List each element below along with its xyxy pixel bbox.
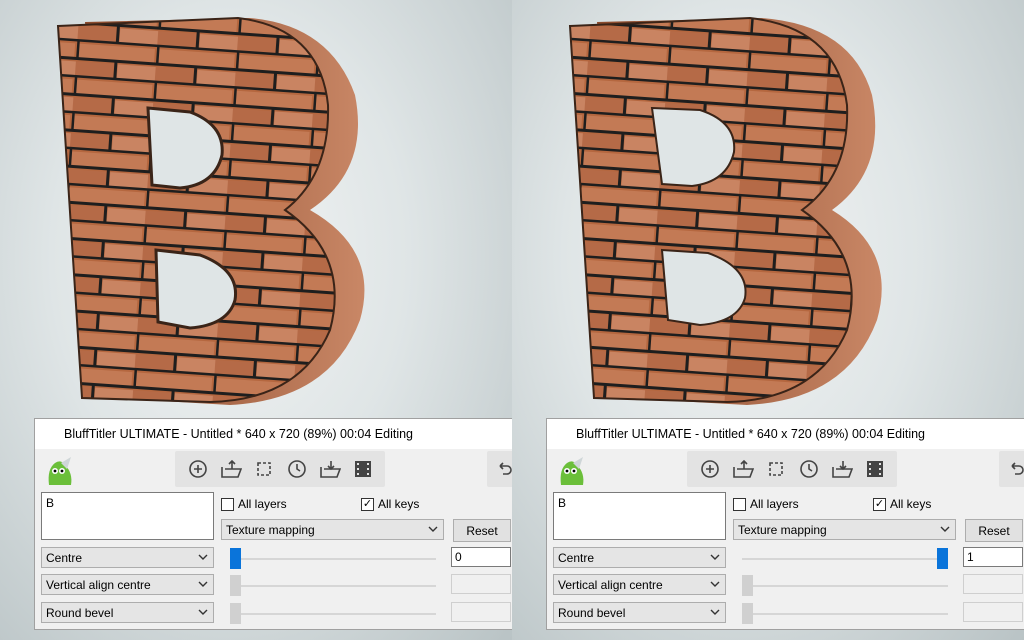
open-icon[interactable] [219,457,243,481]
bevel-select[interactable]: Round bevel [553,602,726,623]
undo-button[interactable] [487,451,512,487]
property-select[interactable]: Texture mapping [221,519,444,540]
secondary-slider [742,575,948,596]
film-icon[interactable] [351,457,375,481]
all-layers-checkbox[interactable]: All layers [733,497,799,511]
window-title: BluffTitler ULTIMATE - Untitled * 640 x … [547,419,1024,449]
undo-icon [499,462,512,475]
all-layers-label: All layers [238,497,287,511]
all-keys-label: All keys [378,497,420,511]
undo-icon [1011,462,1024,475]
bevel-select-value: Round bevel [558,606,626,620]
text-input[interactable]: B [553,492,726,540]
bevel-select[interactable]: Round bevel [41,602,214,623]
app-logo-icon [48,457,72,485]
chevron-down-icon [198,581,208,587]
property-select-value: Texture mapping [226,523,315,537]
vertical-align-select[interactable]: Vertical align centre [553,574,726,595]
reset-button[interactable]: Reset [965,519,1023,542]
frame-icon[interactable] [252,457,276,481]
slider-thumb[interactable] [230,548,241,569]
secondary-slider [230,575,436,596]
reset-button[interactable]: Reset [453,519,511,542]
check-icon[interactable]: ✓ [361,497,374,511]
film-icon[interactable] [863,457,887,481]
tertiary-field [451,602,511,622]
slider-thumb-disabled [742,603,753,624]
app-logo-icon [560,457,584,485]
chevron-down-icon [428,526,438,532]
align-select-value: Centre [46,551,83,565]
all-layers-checkbox[interactable]: All layers [221,497,287,511]
text-input[interactable]: B [41,492,214,540]
slider-thumb-disabled [742,575,753,596]
value-field[interactable]: 1 [963,547,1023,567]
add-icon[interactable] [698,457,722,481]
import-icon[interactable] [830,457,854,481]
add-icon[interactable] [186,457,210,481]
chevron-down-icon [710,554,720,560]
open-icon[interactable] [731,457,755,481]
align-select[interactable]: Centre [553,547,726,568]
property-select[interactable]: Texture mapping [733,519,956,540]
all-keys-checkbox[interactable]: ✓ All keys [873,497,931,511]
clock-icon[interactable] [285,457,309,481]
brick-letter-b-left [56,16,365,405]
slider-thumb[interactable] [937,548,948,569]
slider-thumb-disabled [230,603,241,624]
all-keys-checkbox[interactable]: ✓ All keys [361,497,419,511]
viewport-left: BluffTitler ULTIMATE - Untitled * 640 x … [0,0,512,640]
slider-thumb-disabled [230,575,241,596]
window-title: BluffTitler ULTIMATE - Untitled * 640 x … [35,419,512,449]
main-toolbar [175,451,385,487]
app-window: BluffTitler ULTIMATE - Untitled * 640 x … [546,418,1024,630]
chevron-down-icon [710,581,720,587]
all-layers-box[interactable] [221,497,234,511]
check-icon[interactable]: ✓ [873,497,886,511]
import-icon[interactable] [318,457,342,481]
main-toolbar [687,451,897,487]
vertical-align-select-value: Vertical align centre [558,578,663,592]
undo-button[interactable] [999,451,1024,487]
all-layers-box[interactable] [733,497,746,511]
align-select[interactable]: Centre [41,547,214,568]
secondary-field [963,574,1023,594]
chevron-down-icon [198,609,208,615]
value-field[interactable]: 0 [451,547,511,567]
chevron-down-icon [710,609,720,615]
property-select-value: Texture mapping [738,523,827,537]
brick-letter-b-right [568,16,882,405]
align-select-value: Centre [558,551,595,565]
all-keys-label: All keys [890,497,932,511]
tertiary-field [963,602,1023,622]
value-slider[interactable] [742,548,948,569]
chevron-down-icon [940,526,950,532]
all-layers-label: All layers [750,497,799,511]
tertiary-slider [742,603,948,624]
app-window: BluffTitler ULTIMATE - Untitled * 640 x … [34,418,512,630]
bevel-select-value: Round bevel [46,606,114,620]
value-slider[interactable] [230,548,436,569]
vertical-align-select-value: Vertical align centre [46,578,151,592]
frame-icon[interactable] [764,457,788,481]
clock-icon[interactable] [797,457,821,481]
chevron-down-icon [198,554,208,560]
tertiary-slider [230,603,436,624]
viewport-right: BluffTitler ULTIMATE - Untitled * 640 x … [512,0,1024,640]
secondary-field [451,574,511,594]
vertical-align-select[interactable]: Vertical align centre [41,574,214,595]
